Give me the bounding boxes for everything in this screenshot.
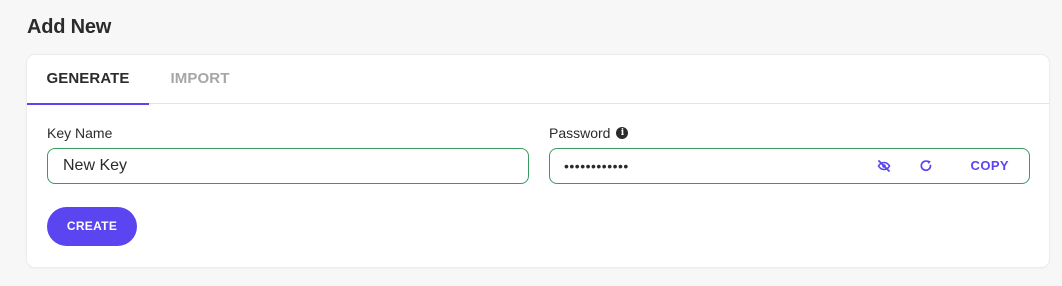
key-name-value[interactable]: New Key [63, 149, 127, 185]
refresh-icon[interactable] [918, 158, 934, 174]
eye-slash-icon-svg [877, 160, 891, 172]
create-button[interactable]: CREATE [47, 207, 137, 246]
password-label-text: Password [549, 125, 611, 141]
eye-slash-icon[interactable] [876, 158, 892, 174]
password-value[interactable]: •••••••••••• [564, 149, 629, 185]
tab-import[interactable]: IMPORT [155, 55, 245, 103]
password-label: Password i [549, 125, 629, 141]
refresh-icon-svg [920, 160, 932, 172]
key-name-input[interactable]: New Key [47, 148, 529, 184]
section-title: Add New [27, 16, 112, 38]
info-icon[interactable]: i [616, 127, 629, 139]
copy-button[interactable]: COPY [971, 149, 1009, 185]
key-name-label-text: Key Name [47, 125, 113, 141]
key-name-label: Key Name [47, 125, 112, 141]
add-new-card: GENERATE IMPORT Key Name Password i New … [27, 55, 1049, 267]
tab-generate[interactable]: GENERATE [27, 55, 149, 105]
tab-bar: GENERATE IMPORT [27, 55, 1049, 105]
password-input[interactable]: •••••••••••• COPY [549, 148, 1030, 184]
